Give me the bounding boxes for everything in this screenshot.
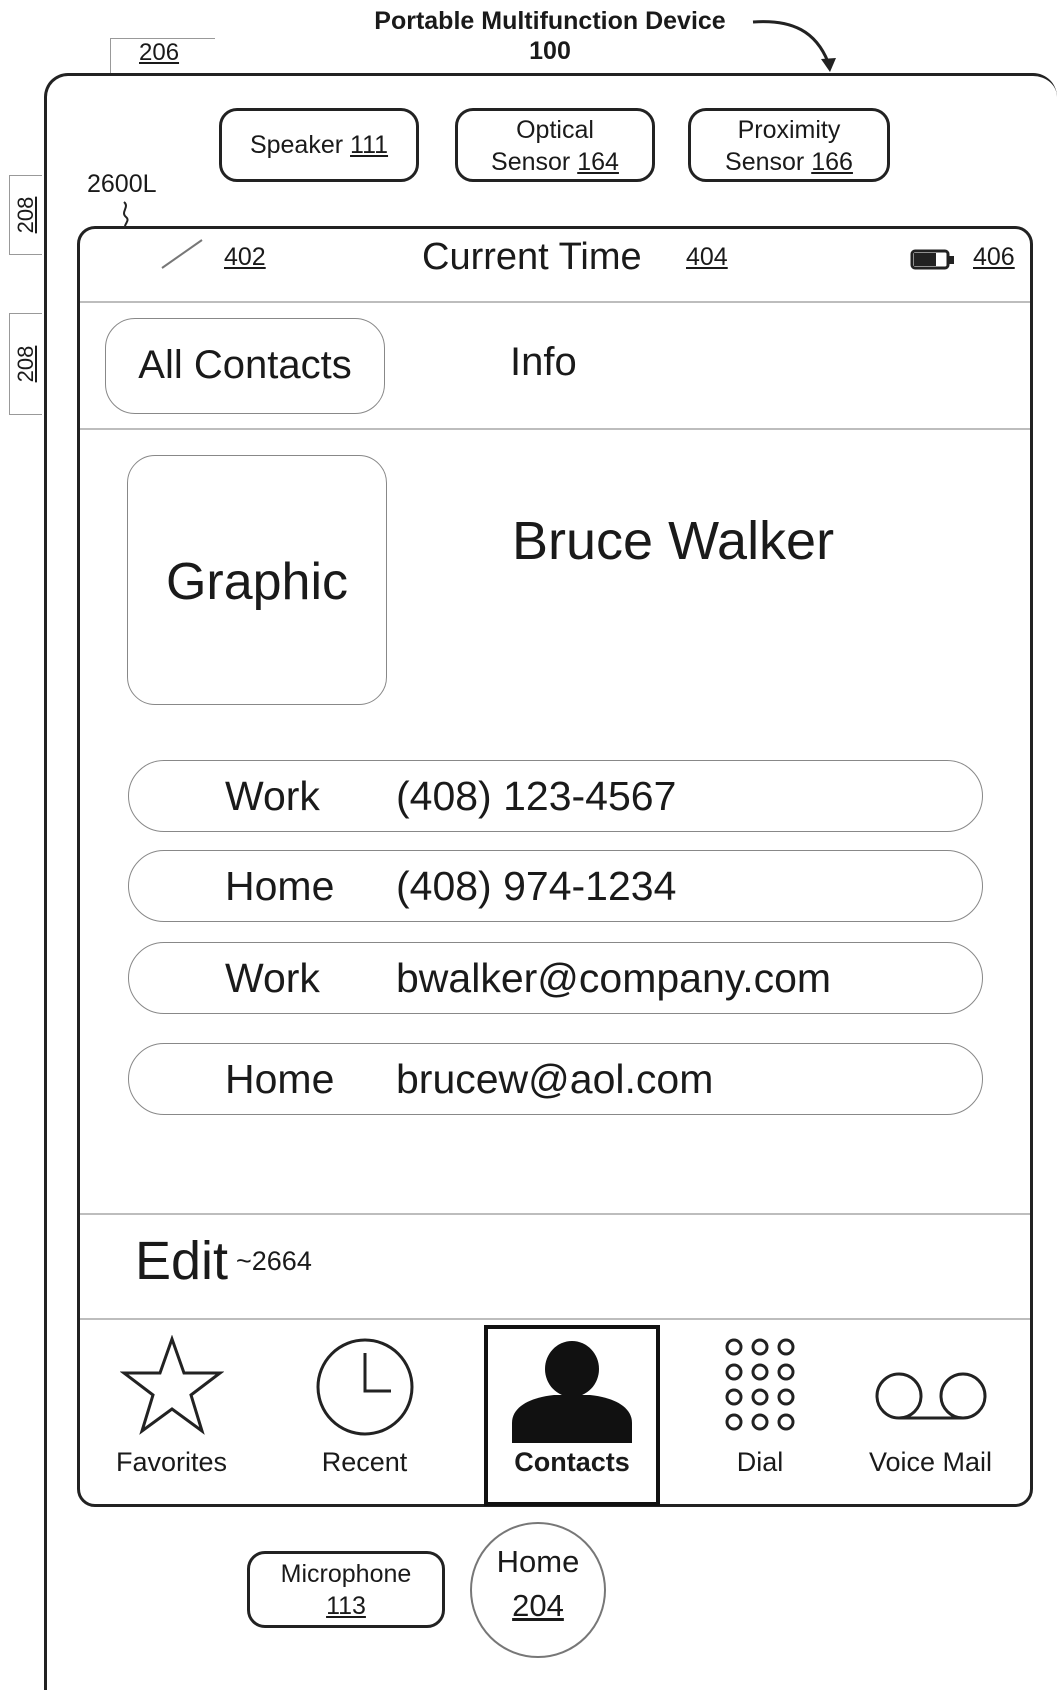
status-divider xyxy=(80,301,1030,303)
tab-dial[interactable]: Dial xyxy=(690,1325,830,1505)
side-button-2-number: 208 xyxy=(13,345,38,383)
contact-name: Bruce Walker xyxy=(512,511,835,571)
field-label: Work xyxy=(225,955,320,1001)
tab-voice-mail[interactable]: Voice Mail xyxy=(858,1325,1003,1505)
info-title: Info xyxy=(510,340,577,384)
time-ref: 404 xyxy=(686,243,728,271)
microphone-number: 113 xyxy=(326,1592,366,1620)
reference-arrow-icon xyxy=(752,20,836,72)
field-value: bwalker@company.com xyxy=(396,955,832,1001)
tab-label: Favorites xyxy=(115,1447,228,1477)
speaker-pill: Speaker 111 xyxy=(219,108,419,182)
battery-ref: 406 xyxy=(973,243,1015,271)
tab-label: Recent xyxy=(321,1447,408,1477)
side-button-1-number: 208 xyxy=(13,196,38,234)
contact-field-work-email[interactable]: Work bwalker@company.com xyxy=(128,942,983,1014)
top-button-number: 206 xyxy=(139,39,180,66)
optical-number: 164 xyxy=(577,148,619,176)
proximity-number: 166 xyxy=(811,148,853,176)
microphone-pill: Microphone 113 xyxy=(247,1551,445,1628)
edit-button[interactable]: Edit xyxy=(135,1230,228,1292)
battery-icon xyxy=(910,249,954,270)
field-value: brucew@aol.com xyxy=(396,1056,714,1102)
proximity-line2: Sensor xyxy=(725,148,805,176)
microphone-label: Microphone xyxy=(280,1560,412,1588)
tab-label: Voice Mail xyxy=(868,1447,993,1477)
contact-field-home-email[interactable]: Home brucew@aol.com xyxy=(128,1043,983,1115)
field-value: (408) 974-1234 xyxy=(396,863,677,909)
tab-contacts[interactable]: Contacts xyxy=(484,1325,660,1506)
contact-field-work-phone[interactable]: Work (408) 123-4567 xyxy=(128,760,983,832)
top-button-ref: 206 xyxy=(110,38,215,73)
all-contacts-button[interactable]: All Contacts xyxy=(105,318,385,414)
proximity-line1: Proximity xyxy=(737,116,841,144)
clock-icon xyxy=(316,1338,413,1436)
all-contacts-label: All Contacts xyxy=(138,343,352,387)
contact-field-home-phone[interactable]: Home (408) 974-1234 xyxy=(128,850,983,922)
figure-title-line1: Portable Multifunction Device xyxy=(374,7,726,35)
side-button-2: 208 xyxy=(9,313,42,415)
star-icon xyxy=(119,1335,224,1435)
figure-title-line2: 100 xyxy=(529,37,571,65)
nav-divider xyxy=(80,428,1030,430)
tabbar-divider xyxy=(80,1318,1030,1320)
home-label: Home xyxy=(496,1544,580,1579)
status-current-time: Current Time xyxy=(422,236,642,278)
field-label: Home xyxy=(225,863,335,909)
optical-line2: Sensor xyxy=(491,148,571,176)
home-number: 204 xyxy=(512,1588,564,1623)
optical-line1: Optical xyxy=(516,116,594,144)
field-value: (408) 123-4567 xyxy=(396,773,677,819)
tab-favorites[interactable]: Favorites xyxy=(100,1325,243,1505)
field-label: Home xyxy=(225,1056,335,1102)
figure-title: Portable Multifunction Device 100 xyxy=(330,6,770,66)
optical-sensor-pill: Optical Sensor 164 xyxy=(455,108,655,182)
signal-strength-icon xyxy=(161,239,203,269)
tab-label: Dial xyxy=(736,1447,784,1477)
edit-ref: ~2664 xyxy=(236,1246,312,1276)
edit-top-divider xyxy=(80,1213,1030,1215)
keypad-icon xyxy=(725,1338,795,1431)
tab-label: Contacts xyxy=(514,1447,630,1477)
field-label: Work xyxy=(225,773,320,819)
proximity-sensor-pill: Proximity Sensor 166 xyxy=(688,108,890,182)
contact-graphic[interactable]: Graphic xyxy=(127,455,387,705)
voicemail-icon xyxy=(875,1372,986,1420)
home-button[interactable]: Home 204 xyxy=(470,1522,606,1658)
speaker-number: 111 xyxy=(350,131,389,159)
person-icon xyxy=(512,1341,632,1443)
side-button-1: 208 xyxy=(9,175,42,255)
speaker-label: Speaker xyxy=(249,131,344,159)
tab-recent[interactable]: Recent xyxy=(293,1325,436,1505)
screen-ref-label: 2600L xyxy=(87,170,157,198)
signal-ref: 402 xyxy=(224,243,266,271)
graphic-label: Graphic xyxy=(165,553,349,611)
